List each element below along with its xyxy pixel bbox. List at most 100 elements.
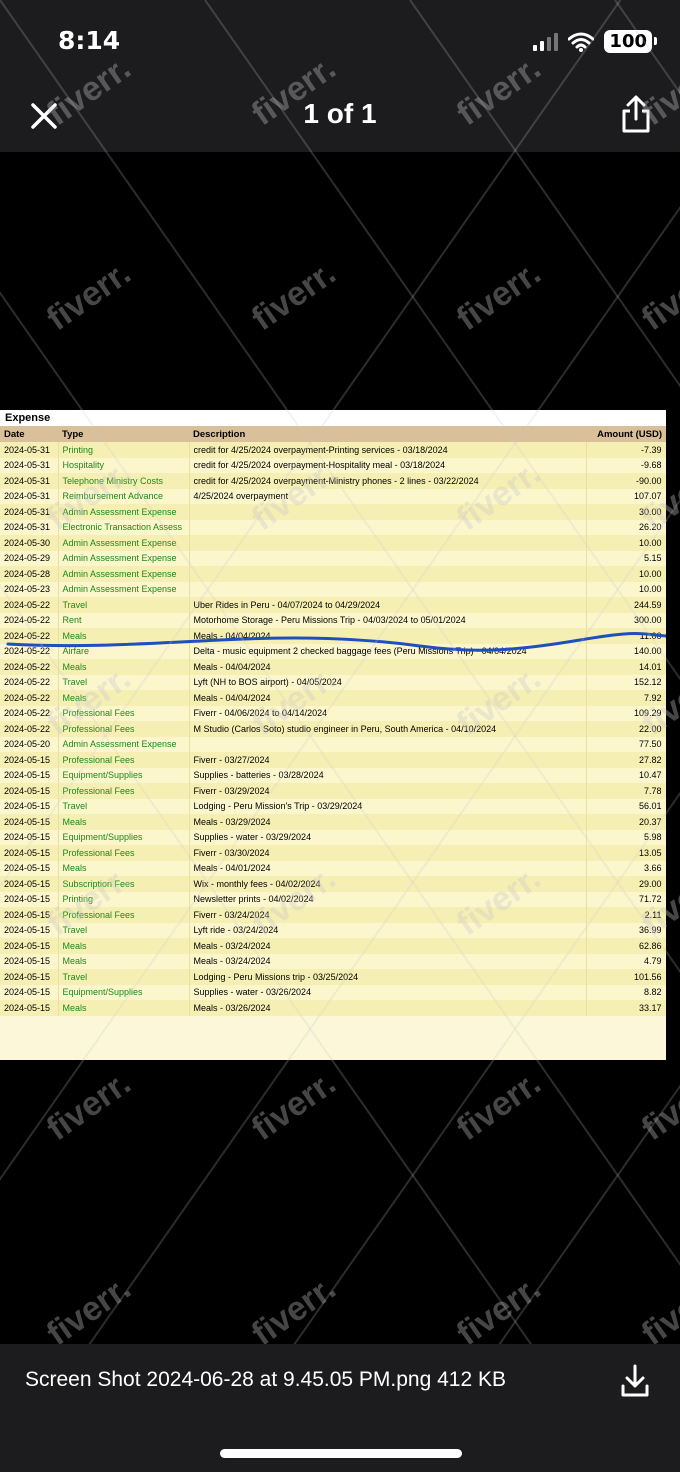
amount-cell: 300.00 — [586, 612, 666, 628]
description-cell — [189, 581, 587, 597]
amount-cell: 71.72 — [586, 891, 666, 907]
amount-cell: 152.12 — [586, 674, 666, 690]
amount-cell: 30.00 — [586, 504, 666, 520]
table-row: 2024-05-15 Equipment/Supplies Supplies - w… — [0, 984, 666, 1000]
table-row: 2024-05-15 Meals Meals - 03/24/2024 4.79 — [0, 953, 666, 969]
amount-cell: 29.00 — [586, 876, 666, 892]
description-cell: Lyft ride - 03/24/2024 — [189, 922, 587, 938]
table-row: 2024-05-15 Equipment/Supplies Supplies - b… — [0, 767, 666, 783]
amount-cell: 56.01 — [586, 798, 666, 814]
description-cell: Meals - 04/04/2024 — [189, 659, 587, 675]
date-cell: 2024-05-15 — [0, 984, 59, 1000]
expense-table: Date Type Description Amount (USD) 2024-… — [0, 426, 666, 1016]
table-row: 2024-05-22 Meals Meals - 04/04/2024 7.92 — [0, 690, 666, 706]
date-cell: 2024-05-31 — [0, 504, 59, 520]
description-cell — [189, 535, 587, 551]
description-cell: Lodging - Peru Mission's Trip - 03/29/20… — [189, 798, 587, 814]
date-cell: 2024-05-22 — [0, 721, 59, 737]
description-cell: Motorhome Storage - Peru Missions Trip -… — [189, 612, 587, 628]
type-cell: Admin Assessment Expense — [58, 581, 190, 597]
type-cell: Reimbursement Advance — [58, 488, 190, 504]
amount-cell: 77.50 — [586, 736, 666, 752]
date-cell: 2024-05-15 — [0, 1000, 59, 1016]
description-cell — [189, 550, 587, 566]
amount-cell: 7.92 — [586, 690, 666, 706]
wifi-icon — [568, 32, 595, 52]
description-cell: Lodging - Peru Missions trip - 03/25/202… — [189, 969, 587, 985]
description-cell: Supplies - water - 03/29/2024 — [189, 829, 587, 845]
date-cell: 2024-05-22 — [0, 628, 59, 644]
table-row: 2024-05-23 Admin Assessment Expense 10.00 — [0, 581, 666, 597]
date-cell: 2024-05-15 — [0, 814, 59, 830]
table-row: 2024-05-22 Airfare Delta - music equipment… — [0, 643, 666, 659]
table-row: 2024-05-15 Travel Lyft ride - 03/24/2024 36… — [0, 922, 666, 938]
type-cell: Professional Fees — [58, 752, 190, 768]
type-cell: Travel — [58, 674, 190, 690]
amount-cell: 20.37 — [586, 814, 666, 830]
table-header-row: Date Type Description Amount (USD) — [0, 426, 666, 442]
date-cell: 2024-05-22 — [0, 674, 59, 690]
column-header-type: Type — [58, 426, 189, 442]
description-cell: Supplies - batteries - 03/28/2024 — [189, 767, 587, 783]
table-row: 2024-05-22 Professional Fees Fiverr - 04/0… — [0, 705, 666, 721]
type-cell: Travel — [58, 969, 190, 985]
amount-cell: 62.86 — [586, 938, 666, 954]
table-row: 2024-05-15 Meals Meals - 03/24/2024 62.86 — [0, 938, 666, 954]
date-cell: 2024-05-15 — [0, 969, 59, 985]
description-cell: Meals - 04/04/2024 — [189, 690, 587, 706]
type-cell: Admin Assessment Expense — [58, 736, 190, 752]
type-cell: Admin Assessment Expense — [58, 535, 190, 551]
amount-cell: -9.68 — [586, 457, 666, 473]
home-indicator[interactable] — [220, 1449, 462, 1458]
date-cell: 2024-05-15 — [0, 922, 59, 938]
table-row: 2024-05-22 Meals Meals - 04/04/2024 14.01 — [0, 659, 666, 675]
amount-cell: 107.07 — [586, 488, 666, 504]
table-row: 2024-05-31 Admin Assessment Expense 30.00 — [0, 504, 666, 520]
table-row: 2024-05-15 Professional Fees Fiverr - 03/2… — [0, 783, 666, 799]
date-cell: 2024-05-31 — [0, 488, 59, 504]
description-cell — [189, 504, 587, 520]
description-cell: Meals - 04/04/2024 — [189, 628, 587, 644]
table-row: 2024-05-31 Hospitality credit for 4/25/202… — [0, 457, 666, 473]
date-cell: 2024-05-23 — [0, 581, 59, 597]
type-cell: Meals — [58, 953, 190, 969]
amount-cell: -90.00 — [586, 473, 666, 489]
share-button[interactable] — [618, 94, 654, 134]
description-cell: credit for 4/25/2024 overpayment-Printin… — [189, 442, 587, 458]
status-icons: 100 — [533, 30, 657, 53]
table-row: 2024-05-15 Meals Meals - 03/29/2024 20.37 — [0, 814, 666, 830]
date-cell: 2024-05-20 — [0, 736, 59, 752]
date-cell: 2024-05-15 — [0, 860, 59, 876]
description-cell: Lyft (NH to BOS airport) - 04/05/2024 — [189, 674, 587, 690]
description-cell: credit for 4/25/2024 overpayment-Ministr… — [189, 473, 587, 489]
expense-table-body: 2024-05-31 Printing credit for 4/25/2024 o… — [0, 442, 666, 1016]
amount-cell: 4.79 — [586, 953, 666, 969]
bottom-bar: Screen Shot 2024-06-28 at 9.45.05 PM.png… — [0, 1344, 680, 1472]
amount-cell: 5.15 — [586, 550, 666, 566]
type-cell: Meals — [58, 690, 190, 706]
type-cell: Hospitality — [58, 457, 190, 473]
table-row: 2024-05-22 Travel Lyft (NH to BOS airport)… — [0, 674, 666, 690]
table-row: 2024-05-15 Meals Meals - 03/26/2024 33.17 — [0, 1000, 666, 1016]
document-title: Expense — [0, 410, 666, 426]
amount-cell: 14.01 — [586, 659, 666, 675]
expense-document: Expense Date Type Description Amount (US… — [0, 410, 666, 1060]
column-header-amount: Amount (USD) — [586, 426, 666, 442]
table-row: 2024-05-28 Admin Assessment Expense 10.00 — [0, 566, 666, 582]
amount-cell: 7.78 — [586, 783, 666, 799]
date-cell: 2024-05-22 — [0, 659, 59, 675]
date-cell: 2024-05-15 — [0, 829, 59, 845]
type-cell: Meals — [58, 860, 190, 876]
file-info: Screen Shot 2024-06-28 at 9.45.05 PM.png… — [25, 1368, 507, 1391]
download-button[interactable] — [620, 1364, 650, 1398]
date-cell: 2024-05-15 — [0, 907, 59, 923]
date-cell: 2024-05-15 — [0, 953, 59, 969]
date-cell: 2024-05-22 — [0, 705, 59, 721]
amount-cell: 36.99 — [586, 922, 666, 938]
type-cell: Travel — [58, 597, 190, 613]
image-viewer[interactable]: Expense Date Type Description Amount (US… — [0, 152, 680, 1344]
date-cell: 2024-05-30 — [0, 535, 59, 551]
description-cell — [189, 566, 587, 582]
type-cell: Meals — [58, 814, 190, 830]
table-row: 2024-05-15 Professional Fees Fiverr - 03/3… — [0, 845, 666, 861]
